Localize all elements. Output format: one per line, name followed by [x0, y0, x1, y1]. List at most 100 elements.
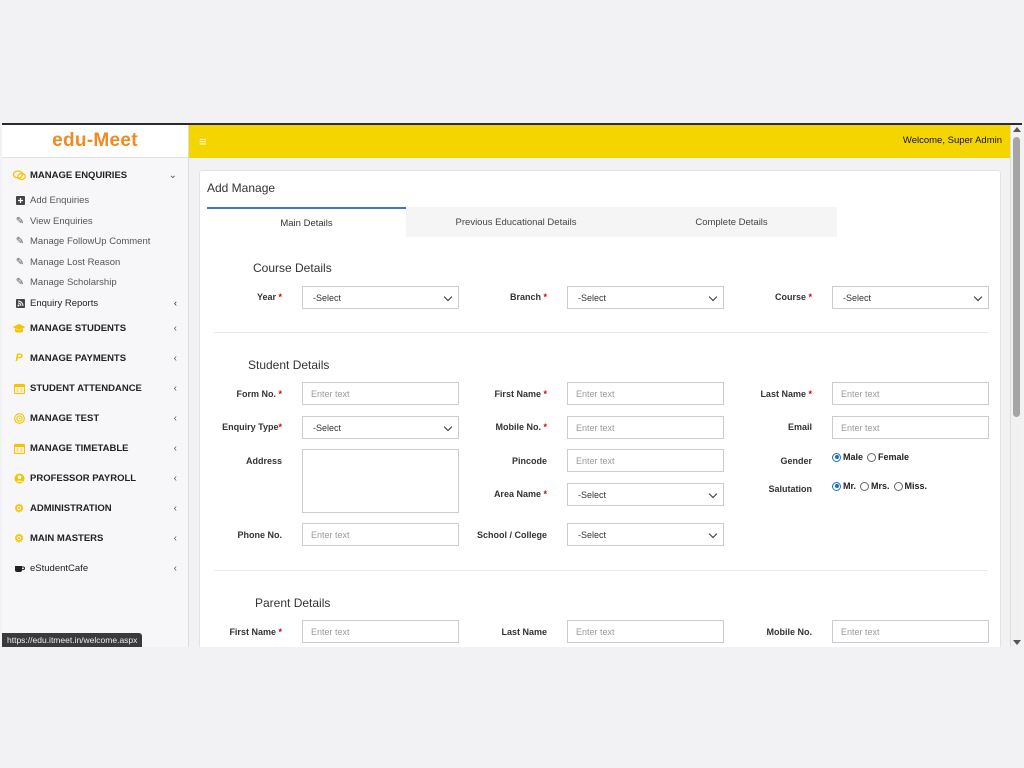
- required-mark: *: [808, 389, 812, 399]
- parent-mobile-input[interactable]: [832, 620, 989, 643]
- tab-bar: Main Details Previous Educational Detail…: [207, 207, 837, 237]
- nav-manage-payments[interactable]: P MANAGE PAYMENTS ‹: [2, 348, 188, 368]
- form-no-input[interactable]: [302, 382, 459, 405]
- gender-male-radio[interactable]: [832, 452, 841, 462]
- school-college-select[interactable]: -Select: [567, 523, 724, 546]
- edit-icon: ✎: [15, 276, 25, 288]
- chevron-down-icon: ⌄: [168, 169, 177, 181]
- chat-icon: [12, 169, 26, 181]
- chevron-left-icon: ‹: [173, 502, 177, 514]
- address-label: Address: [245, 456, 282, 466]
- radio-label: Mr.: [843, 481, 857, 491]
- sub-label: Manage Scholarship: [30, 276, 117, 288]
- edit-icon: ✎: [15, 256, 25, 268]
- nav-label: eStudentCafe: [30, 562, 89, 574]
- nav-label: STUDENT ATTENDANCE: [30, 382, 142, 394]
- course-select[interactable]: -Select: [832, 286, 989, 309]
- label-text: Branch: [509, 292, 541, 302]
- chevron-down-icon: [973, 292, 983, 302]
- chevron-down-icon: [708, 292, 718, 302]
- salutation-mrs-radio[interactable]: [860, 481, 870, 491]
- first-name-label: First Name *: [470, 389, 547, 399]
- chevron-left-icon: ‹: [173, 297, 177, 309]
- sidebar-item-followup-comment[interactable]: ✎ Manage FollowUp Comment: [2, 234, 188, 248]
- label-text: Form No.: [236, 389, 276, 399]
- sidebar-item-view-enquiries[interactable]: ✎ View Enquiries: [2, 214, 188, 228]
- label-text: Year: [256, 292, 276, 302]
- nav-label: MANAGE PAYMENTS: [30, 352, 127, 364]
- hamburger-icon[interactable]: ≡: [199, 134, 207, 149]
- user-circle-icon: [12, 472, 26, 484]
- gender-female-radio[interactable]: [867, 452, 877, 462]
- nav-label: MANAGE ENQUIRIES: [30, 169, 128, 181]
- parent-first-name-input[interactable]: [302, 620, 459, 643]
- phone-no-input[interactable]: [302, 523, 459, 546]
- section-divider: [214, 570, 988, 571]
- nav-main-masters[interactable]: ⚙ MAIN MASTERS ‹: [2, 528, 188, 548]
- tab-complete-details[interactable]: Complete Details: [626, 207, 837, 237]
- edit-icon: ✎: [15, 235, 25, 247]
- year-label: Year *: [240, 292, 282, 302]
- pincode-label: Pincode: [511, 456, 547, 466]
- status-url: https://edu.itmeet.in/welcome.aspx: [2, 633, 143, 647]
- branch-label: Branch *: [490, 292, 547, 302]
- parent-last-name-input[interactable]: [567, 620, 724, 643]
- label-text: Last Name: [760, 389, 806, 399]
- address-textarea[interactable]: [302, 449, 459, 513]
- first-name-input[interactable]: [567, 382, 724, 405]
- top-bar: ≡ Welcome, Super Admin: [189, 125, 1010, 158]
- area-name-select[interactable]: -Select: [567, 483, 724, 506]
- salutation-miss-radio[interactable]: [893, 481, 903, 491]
- chevron-left-icon: ‹: [173, 442, 177, 454]
- label-text: First Name: [229, 627, 276, 637]
- brand-logo[interactable]: edu-Meet: [2, 125, 188, 158]
- tab-main-details[interactable]: Main Details: [207, 207, 406, 237]
- nav-manage-students[interactable]: MANAGE STUDENTS ‹: [2, 318, 188, 338]
- nav-label: PROFESSOR PAYROLL: [30, 472, 137, 484]
- chevron-left-icon: ‹: [173, 352, 177, 364]
- nav-manage-test[interactable]: MANAGE TEST ‹: [2, 408, 188, 428]
- enquiry-type-select[interactable]: -Select: [302, 416, 459, 439]
- phone-no-label: Phone No.: [237, 530, 283, 540]
- plus-square-icon: [14, 195, 26, 205]
- salutation-radio-group: Mr. Mrs. Miss.: [832, 481, 931, 491]
- label-text: Mobile No.: [495, 422, 541, 432]
- year-select[interactable]: -Select: [302, 286, 459, 309]
- main-card: Add Manage Main Details Previous Educati…: [199, 170, 1001, 647]
- nav-estudentcafe[interactable]: eStudentCafe ‹: [2, 558, 188, 578]
- select-value: -Select: [578, 529, 607, 540]
- nav-manage-timetable[interactable]: MANAGE TIMETABLE ‹: [2, 438, 188, 458]
- salutation-label: Salutation: [768, 484, 812, 494]
- sidebar-item-scholarship[interactable]: ✎ Manage Scholarship: [2, 275, 188, 289]
- salutation-mr-radio[interactable]: [832, 481, 841, 491]
- vertical-scrollbar[interactable]: [1010, 125, 1022, 647]
- select-value: -Select: [843, 292, 872, 303]
- nav-manage-enquiries[interactable]: MANAGE ENQUIRIES ⌄: [2, 165, 188, 185]
- chevron-left-icon: ‹: [173, 382, 177, 394]
- radio-label: Female: [878, 452, 910, 462]
- sub-label: Manage Lost Reason: [30, 256, 121, 268]
- last-name-label: Last Name *: [735, 389, 812, 399]
- sidebar-item-add-enquiries[interactable]: Add Enquiries: [2, 193, 188, 207]
- mobile-no-input[interactable]: [567, 416, 724, 439]
- tab-previous-educational-details[interactable]: Previous Educational Details: [406, 207, 626, 237]
- email-input[interactable]: [832, 416, 989, 439]
- nav-professor-payroll[interactable]: PROFESSOR PAYROLL ‹: [2, 468, 188, 488]
- scroll-thumb[interactable]: [1013, 137, 1020, 417]
- last-name-input[interactable]: [832, 382, 989, 405]
- parent-mobile-label: Mobile No.: [766, 627, 813, 637]
- gears-icon: ⚙: [14, 532, 24, 545]
- branch-select[interactable]: -Select: [567, 286, 724, 309]
- nav-administration[interactable]: ⚙ ADMINISTRATION ‹: [2, 498, 188, 518]
- area-name-label: Area Name *: [470, 489, 547, 499]
- sidebar-item-enquiry-reports[interactable]: Enquiry Reports ‹: [2, 296, 188, 310]
- scroll-up-icon[interactable]: [1013, 127, 1021, 132]
- nav-student-attendance[interactable]: STUDENT ATTENDANCE ‹: [2, 378, 188, 398]
- pincode-input[interactable]: [567, 449, 724, 472]
- sidebar-item-lost-reason[interactable]: ✎ Manage Lost Reason: [2, 255, 188, 269]
- page-title: Add Manage: [207, 181, 276, 195]
- course-label: Course *: [755, 292, 812, 302]
- required-mark: *: [543, 389, 547, 399]
- brand-text: edu-Meet: [52, 130, 138, 151]
- scroll-down-icon[interactable]: [1013, 640, 1021, 645]
